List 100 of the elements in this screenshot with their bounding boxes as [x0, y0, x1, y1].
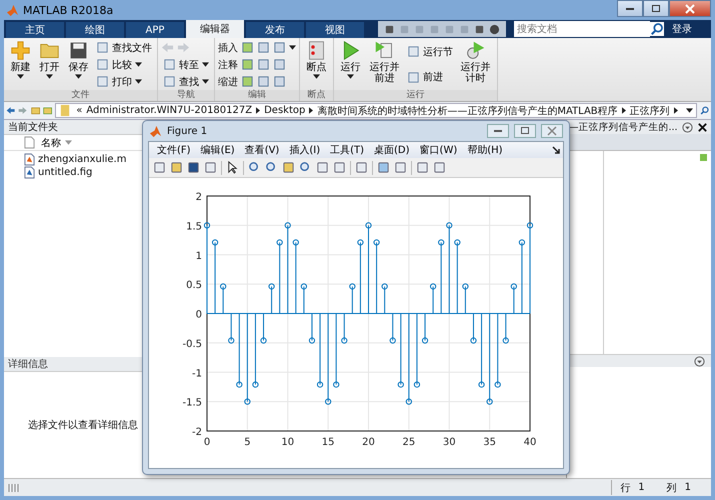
minimize-icon — [626, 8, 634, 10]
dropdown-caret-icon — [46, 74, 53, 79]
chevron-right-icon[interactable] — [309, 107, 314, 114]
ribbon-tab[interactable]: 编辑器 — [186, 20, 244, 38]
play-clock-icon — [465, 40, 486, 61]
close-icon — [685, 4, 695, 14]
menu-item[interactable]: 帮助(H) — [462, 143, 508, 157]
ribbon-button[interactable]: 运行 — [337, 39, 364, 90]
ribbon-button[interactable]: 保存 — [65, 39, 92, 90]
path-segment[interactable]: Desktop — [264, 105, 306, 116]
pointer-icon[interactable] — [226, 161, 239, 174]
y-tick-label: -1 — [192, 368, 202, 380]
ribbon-tab[interactable]: 发布 — [246, 22, 304, 38]
stem-marker — [502, 313, 509, 344]
edit-tool-icon[interactable] — [257, 41, 270, 54]
edit-tool-icon[interactable] — [241, 75, 254, 88]
maximize-icon — [520, 126, 530, 136]
menu-item[interactable]: 插入(I) — [284, 143, 326, 157]
maximize-button[interactable] — [514, 124, 536, 138]
figure-title: Figure 1 — [167, 126, 208, 136]
point — [382, 283, 388, 290]
address-bar[interactable]: « Administrator.WIN7U-20180127Z Desktop 离散时间系统的时域特性分析——正弦序列信号产生的MATLAB程序 正弦序列 — [55, 103, 697, 118]
ribbon-button[interactable]: 比较 — [94, 56, 154, 72]
stem-marker — [510, 283, 517, 314]
ribbon-button[interactable]: 前进 — [405, 69, 455, 86]
column-header[interactable]: 名称 — [39, 136, 74, 150]
menu-item[interactable]: 工具(T) — [325, 143, 370, 157]
ribbon-tab[interactable]: APP — [126, 22, 184, 38]
stem-marker — [341, 313, 348, 344]
y-tick-label: 1.5 — [186, 221, 202, 232]
close-button[interactable] — [541, 124, 563, 138]
ribbon-button[interactable]: 打印 — [94, 74, 154, 90]
ribbon-button[interactable]: 打开 — [36, 39, 63, 90]
search-field[interactable]: 搜索文档 — [514, 21, 650, 37]
file-item[interactable]: zhengxianxulie.m — [24, 153, 126, 166]
stem-marker — [462, 283, 468, 314]
point — [252, 381, 259, 388]
point — [454, 239, 460, 246]
chevron-right-icon[interactable] — [622, 107, 626, 114]
point — [325, 398, 332, 405]
point — [373, 239, 380, 246]
chevron-right-icon[interactable] — [256, 107, 260, 114]
ribbon-button[interactable]: 断点 — [303, 39, 330, 90]
menu-item[interactable]: 文件(F) — [152, 143, 196, 157]
window-icon[interactable] — [433, 161, 446, 174]
ribbon-button[interactable]: 运行并计时 — [457, 39, 494, 90]
point — [438, 239, 444, 246]
maximize-button[interactable] — [643, 0, 669, 17]
menu-item[interactable]: 查看(V) — [240, 143, 284, 157]
ribbon-button[interactable]: 运行节 — [405, 44, 455, 60]
ribbon-label: 插入 — [218, 42, 238, 54]
edit-tool-icon[interactable] — [241, 58, 254, 71]
path-segment[interactable]: 正弦序列 — [630, 104, 670, 118]
maximize-icon — [651, 4, 661, 14]
chevron-right-icon[interactable] — [674, 107, 678, 114]
x-tick-label: 20 — [362, 437, 375, 448]
ribbon-button[interactable]: 查找 — [161, 74, 211, 90]
close-button[interactable] — [669, 0, 711, 17]
point — [398, 381, 404, 388]
menu-item[interactable]: 窗口(W) — [414, 143, 462, 157]
file-item[interactable]: untitled.fig — [24, 166, 92, 179]
ribbon-label: 注释 — [218, 58, 238, 72]
point — [478, 381, 485, 388]
ribbon-tab[interactable]: 视图 — [306, 22, 364, 38]
tool-icon — [96, 75, 109, 88]
minimize-button[interactable] — [617, 0, 643, 17]
dropdown-caret-icon[interactable] — [686, 108, 693, 113]
edit-tool-button[interactable] — [273, 40, 296, 54]
ribbon-tab[interactable]: 主页 — [6, 22, 64, 38]
panel-menu-icon[interactable] — [682, 122, 693, 132]
ribbon-button[interactable]: 运行并前进 — [366, 39, 403, 90]
edit-tool-icon[interactable] — [257, 75, 270, 88]
dock-arrow-icon[interactable] — [552, 146, 560, 154]
point — [292, 239, 299, 246]
ribbon-button[interactable]: 新建 — [7, 39, 34, 90]
point — [414, 381, 420, 388]
edit-tool-icon[interactable] — [257, 58, 270, 71]
point — [212, 239, 218, 246]
menu-item[interactable]: 桌面(D) — [369, 143, 415, 157]
search-icon[interactable] — [700, 104, 709, 117]
stem-marker — [268, 283, 275, 314]
edit-tool-icon[interactable] — [241, 41, 254, 54]
sort-caret-icon — [65, 140, 72, 145]
dropdown-caret-icon — [75, 74, 82, 79]
path-segment[interactable]: Administrator.WIN7U-20180127Z — [86, 105, 252, 116]
minimize-button[interactable] — [487, 124, 509, 138]
close-icon[interactable] — [697, 122, 708, 132]
menu-item[interactable]: 编辑(E) — [196, 143, 240, 157]
point — [357, 239, 364, 246]
square-icon[interactable] — [416, 161, 429, 174]
ribbon-button[interactable]: 查找文件 — [94, 40, 154, 56]
ribbon-button[interactable]: 转至 — [161, 56, 211, 72]
panel-menu-icon[interactable] — [694, 356, 705, 366]
ribbon-tab[interactable]: 绘图 — [66, 22, 124, 38]
minimize-icon — [494, 130, 502, 132]
path-segment[interactable]: 离散时间系统的时域特性分析——正弦序列信号产生的MATLAB程序 — [317, 104, 618, 118]
search-icon[interactable] — [650, 21, 664, 37]
login-button[interactable]: 登录 — [670, 22, 694, 36]
point — [220, 283, 226, 290]
point — [422, 337, 428, 344]
